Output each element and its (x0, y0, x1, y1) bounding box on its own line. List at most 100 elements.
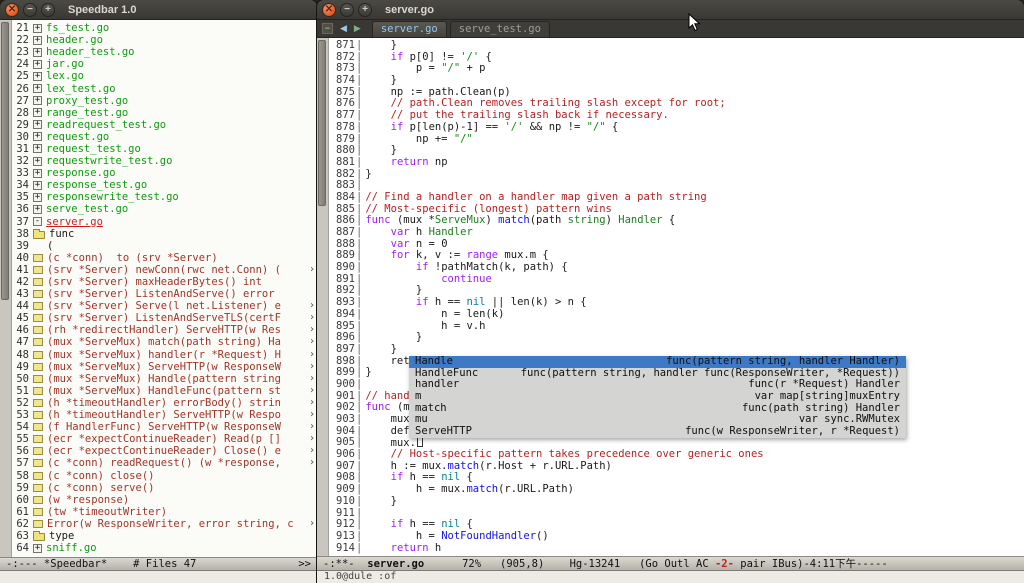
speedbar-row[interactable]: 51(mux *ServeMux) HandleFunc(pattern st› (12, 385, 317, 397)
speedbar-row[interactable]: 39( (12, 240, 317, 252)
tag-icon[interactable] (33, 363, 43, 371)
speedbar-row[interactable]: 52(h *timeoutHandler) errorBody() strin› (12, 397, 317, 409)
speedbar-row[interactable]: 38func (12, 228, 317, 240)
speedbar-row[interactable]: 40(c *conn) to (srv *Server) (12, 252, 317, 264)
expand-toggle-icon[interactable]: + (33, 157, 42, 166)
speedbar-row[interactable]: 55(ecr *expectContinueReader) Read(p []› (12, 433, 317, 445)
tag-icon[interactable] (33, 472, 43, 480)
folder-icon[interactable] (33, 533, 45, 541)
speedbar-row[interactable]: 50(mux *ServeMux) Handle(pattern string› (12, 373, 317, 385)
tag-icon[interactable] (33, 484, 43, 492)
buffer-list-icon[interactable]: − (322, 23, 333, 34)
tag-icon[interactable] (33, 326, 43, 334)
speedbar-row[interactable]: 64+sniff.go (12, 542, 317, 554)
tab-serve-test-go[interactable]: serve_test.go (450, 21, 550, 37)
speedbar-item-label[interactable]: response.go (46, 167, 116, 179)
speedbar-row[interactable]: 61(tw *timeoutWriter) (12, 506, 317, 518)
speedbar-titlebar[interactable]: ✕ − + Speedbar 1.0 (0, 0, 317, 20)
maximize-button[interactable]: + (358, 3, 372, 17)
speedbar-row[interactable]: 59(c *conn) serve() (12, 482, 317, 494)
speedbar-item-label[interactable]: (c *conn) readRequest() (w *response, (47, 457, 281, 469)
tag-icon[interactable] (33, 254, 43, 262)
expand-toggle-icon[interactable]: + (33, 120, 42, 129)
tag-icon[interactable] (33, 496, 43, 504)
speedbar-row[interactable]: 37-server.go (12, 216, 317, 228)
speedbar-row[interactable]: 56(ecr *expectContinueReader) Close() e› (12, 445, 317, 457)
speedbar-row[interactable]: 27+proxy_test.go (12, 95, 317, 107)
speedbar-item-label[interactable]: (srv *Server) ListenAndServe() error (47, 288, 275, 300)
tag-icon[interactable] (33, 459, 43, 467)
speedbar-item-label[interactable]: (srv *Server) ListenAndServeTLS(certF (47, 312, 281, 324)
expand-toggle-icon[interactable]: + (33, 48, 42, 57)
speedbar-item-label[interactable]: (h *timeoutHandler) errorBody() strin (47, 397, 281, 409)
speedbar-row[interactable]: 63type (12, 530, 317, 542)
speedbar-row[interactable]: 48(mux *ServeMux) handler(r *Request) H› (12, 349, 317, 361)
speedbar-item-label[interactable]: response_test.go (46, 179, 147, 191)
completion-item[interactable]: Handlefunc(pattern string, handler Handl… (409, 356, 906, 368)
speedbar-item-label[interactable]: ( (47, 240, 53, 252)
speedbar-item-label[interactable]: sniff.go (46, 542, 97, 554)
tag-icon[interactable] (33, 290, 43, 298)
editor-scrollbar[interactable] (317, 38, 329, 556)
expand-toggle-icon[interactable]: + (33, 144, 42, 153)
speedbar-row[interactable]: 30+request.go (12, 131, 317, 143)
speedbar-item-label[interactable]: (rh *redirectHandler) ServeHTTP(w Res (47, 324, 281, 336)
speedbar-item-label[interactable]: request_test.go (46, 143, 141, 155)
speedbar-item-label[interactable]: (srv *Server) maxHeaderBytes() int (47, 276, 262, 288)
speedbar-item-label[interactable]: (f HandlerFunc) ServeHTTP(w ResponseW (47, 421, 281, 433)
speedbar-item-label[interactable]: (srv *Server) newConn(rwc net.Conn) ( (47, 264, 281, 276)
speedbar-row[interactable]: 54(f HandlerFunc) ServeHTTP(w ResponseW› (12, 421, 317, 433)
forward-icon[interactable]: ▶ (354, 24, 361, 33)
back-icon[interactable]: ◀ (340, 24, 347, 33)
speedbar-item-label[interactable]: (c *conn) close() (47, 470, 154, 482)
speedbar-row[interactable]: 41(srv *Server) newConn(rwc net.Conn) (› (12, 264, 317, 276)
expand-toggle-icon[interactable]: + (33, 544, 42, 553)
speedbar-row[interactable]: 58(c *conn) close() (12, 469, 317, 481)
speedbar-item-label[interactable]: (mux *ServeMux) ServeHTTP(w ResponseW (47, 361, 281, 373)
maximize-button[interactable]: + (41, 3, 55, 17)
expand-toggle-icon[interactable]: + (33, 132, 42, 141)
tag-icon[interactable] (33, 447, 43, 455)
speedbar-item-label[interactable]: fs_test.go (46, 22, 109, 34)
folder-icon[interactable] (33, 231, 45, 239)
speedbar-row[interactable]: 42(srv *Server) maxHeaderBytes() int (12, 276, 317, 288)
speedbar-row[interactable]: 25+lex.go (12, 70, 317, 82)
tag-icon[interactable] (33, 508, 43, 516)
speedbar-item-label[interactable]: header.go (46, 34, 103, 46)
close-button[interactable]: ✕ (5, 3, 19, 17)
speedbar-item-label[interactable]: (mux *ServeMux) Handle(pattern string (47, 373, 281, 385)
tag-icon[interactable] (33, 520, 43, 528)
expand-toggle-icon[interactable]: + (33, 72, 42, 81)
speedbar-row[interactable]: 21+fs_test.go (12, 22, 317, 34)
speedbar-row[interactable]: 23+header_test.go (12, 46, 317, 58)
expand-toggle-icon[interactable]: - (33, 217, 42, 226)
speedbar-item-label[interactable]: responsewrite_test.go (46, 191, 179, 203)
tag-icon[interactable] (33, 266, 43, 274)
speedbar-row[interactable]: 31+request_test.go (12, 143, 317, 155)
speedbar-item-label[interactable]: request.go (46, 131, 109, 143)
speedbar-row[interactable]: 29+readrequest_test.go (12, 119, 317, 131)
tag-icon[interactable] (33, 375, 43, 383)
tag-icon[interactable] (33, 314, 43, 322)
speedbar-item-label[interactable]: Error(w ResponseWriter, error string, c (47, 518, 294, 530)
speedbar-item-label[interactable]: lex.go (46, 70, 84, 82)
completion-item[interactable]: mvar map[string]muxEntry (409, 391, 906, 403)
speedbar-item-label[interactable]: readrequest_test.go (46, 119, 166, 131)
speedbar-row[interactable]: 60(w *response) (12, 494, 317, 506)
speedbar-item-label[interactable]: (ecr *expectContinueReader) Close() e (47, 445, 281, 457)
expand-toggle-icon[interactable]: + (33, 193, 42, 202)
speedbar-row[interactable]: 62Error(w ResponseWriter, error string, … (12, 518, 317, 530)
expand-toggle-icon[interactable]: + (33, 108, 42, 117)
expand-toggle-icon[interactable]: + (33, 84, 42, 93)
speedbar-item-label[interactable]: (c *conn) serve() (47, 482, 154, 494)
speedbar-item-label[interactable]: (w *response) (47, 494, 129, 506)
expand-toggle-icon[interactable]: + (33, 24, 42, 33)
speedbar-scrollbar[interactable] (0, 20, 12, 557)
tag-icon[interactable] (33, 411, 43, 419)
tag-icon[interactable] (33, 278, 43, 286)
speedbar-row[interactable]: 33+response.go (12, 167, 317, 179)
speedbar-row[interactable]: 57(c *conn) readRequest() (w *response,› (12, 457, 317, 469)
speedbar-item-label[interactable]: (ecr *expectContinueReader) Read(p [] (47, 433, 281, 445)
tag-icon[interactable] (33, 302, 43, 310)
tag-icon[interactable] (33, 435, 43, 443)
